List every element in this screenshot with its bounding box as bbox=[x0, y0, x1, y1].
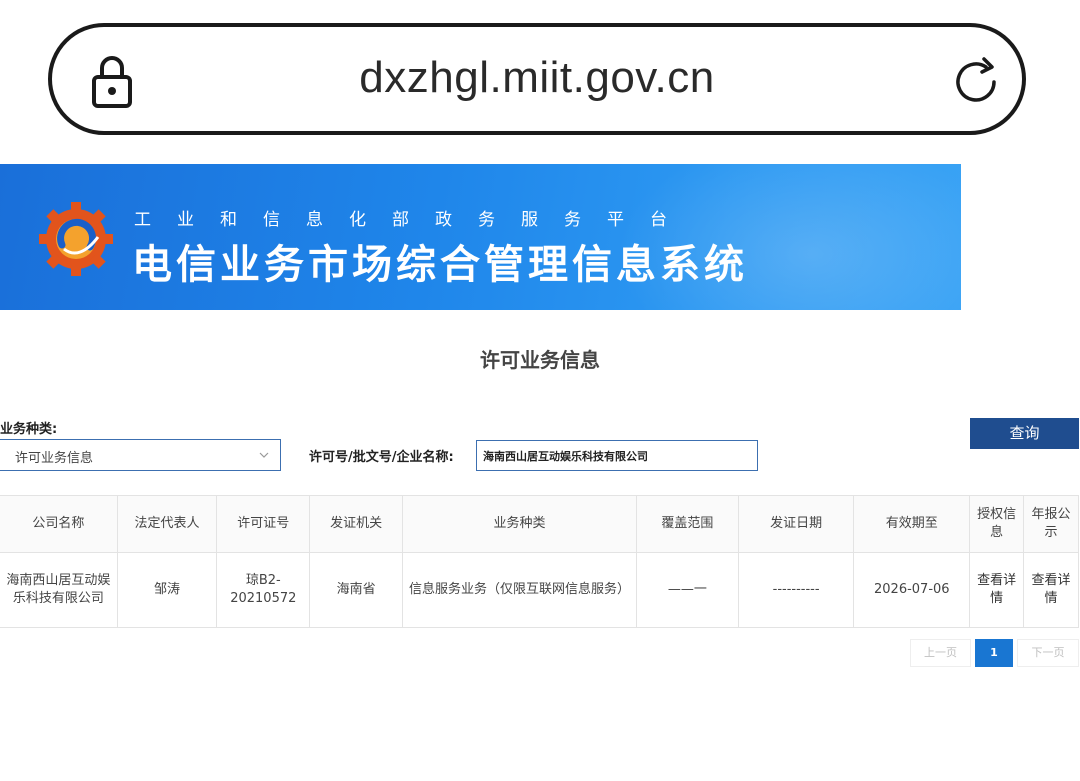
banner-title: 电信业务市场综合管理信息系统 bbox=[132, 242, 748, 288]
table-row: 海南西山居互动娱乐科技有限公司 邹涛 琼B2-20210572 海南省 信息服务… bbox=[0, 552, 1079, 628]
column-header: 授权信息 bbox=[969, 495, 1025, 553]
chevron-down-icon bbox=[259, 452, 269, 458]
cell-issuer: 海南省 bbox=[309, 552, 404, 628]
business-type-value: 许可业务信息 bbox=[15, 451, 94, 466]
next-page-button[interactable]: 下一页 bbox=[1017, 639, 1079, 667]
auth-info-link[interactable]: 查看详情 bbox=[969, 552, 1025, 628]
cell-business-type: 信息服务业务（仅限互联网信息服务） bbox=[402, 552, 638, 628]
search-button[interactable]: 查询 bbox=[970, 418, 1079, 449]
business-type-label: 业务种类: bbox=[0, 422, 58, 437]
query-label: 许可号/批文号/企业名称: bbox=[309, 450, 454, 465]
business-type-select[interactable]: 许可业务信息 bbox=[0, 439, 281, 471]
site-banner: 工业和信息化部政务服务平台 电信业务市场综合管理信息系统 bbox=[0, 164, 961, 310]
address-bar[interactable]: dxzhgl.miit.gov.cn bbox=[48, 23, 1026, 135]
column-header: 覆盖范围 bbox=[636, 495, 739, 553]
cell-coverage: ——一 bbox=[636, 552, 739, 628]
page-title: 许可业务信息 bbox=[480, 348, 600, 372]
column-header: 有效期至 bbox=[853, 495, 971, 553]
column-header: 发证日期 bbox=[737, 495, 855, 553]
banner-subtitle: 工业和信息化部政务服务平台 bbox=[134, 210, 693, 230]
column-header: 年报公示 bbox=[1023, 495, 1079, 553]
cell-company: 海南西山居互动娱乐科技有限公司 bbox=[0, 552, 118, 628]
results-table: 公司名称 法定代表人 许可证号 发证机关 业务种类 覆盖范围 发证日期 有效期至… bbox=[0, 495, 1079, 628]
reload-icon[interactable] bbox=[950, 55, 1004, 109]
cell-valid-until: 2026-07-06 bbox=[853, 552, 971, 628]
column-header: 发证机关 bbox=[309, 495, 404, 553]
cell-license-no: 琼B2-20210572 bbox=[216, 552, 311, 628]
table-header-row: 公司名称 法定代表人 许可证号 发证机关 业务种类 覆盖范围 发证日期 有效期至… bbox=[0, 495, 1079, 553]
cell-legal-rep: 邹涛 bbox=[116, 552, 218, 628]
url-text[interactable]: dxzhgl.miit.gov.cn bbox=[52, 53, 1022, 103]
cell-issue-date: ---------- bbox=[737, 552, 855, 628]
miit-logo-icon bbox=[39, 202, 113, 276]
column-header: 业务种类 bbox=[402, 495, 638, 553]
page-1-button[interactable]: 1 bbox=[975, 639, 1013, 667]
prev-page-button[interactable]: 上一页 bbox=[910, 639, 971, 667]
column-header: 公司名称 bbox=[0, 495, 118, 553]
column-header: 许可证号 bbox=[216, 495, 311, 553]
query-input[interactable] bbox=[476, 440, 758, 471]
column-header: 法定代表人 bbox=[116, 495, 218, 553]
annual-report-link[interactable]: 查看详情 bbox=[1023, 552, 1079, 628]
